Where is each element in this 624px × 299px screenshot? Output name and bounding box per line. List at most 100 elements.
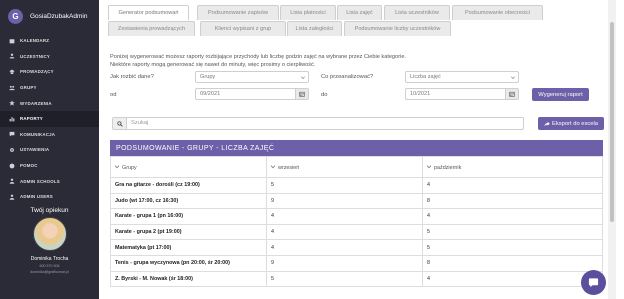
- to-label: do: [321, 92, 328, 98]
- user-icon: [8, 194, 15, 200]
- calendar-icon[interactable]: [505, 89, 518, 99]
- tab-generator[interactable]: Generator podsumowań: [108, 5, 189, 20]
- sidebar-item-admin-users[interactable]: ADMIN USERS: [0, 189, 99, 205]
- description-line-2: Niektóre raporty mogą generować się nawe…: [110, 62, 316, 68]
- search-box[interactable]: Szukaj: [112, 117, 524, 130]
- account-manager-email[interactable]: dominika@grafikomat.pl: [0, 270, 99, 274]
- sidebar-item-label: KALENDARZ: [20, 38, 50, 44]
- chat-icon: [8, 131, 15, 137]
- count-cell: 4: [422, 208, 603, 225]
- sidebar-item-prowadzący[interactable]: PROWADZĄCY: [0, 64, 99, 80]
- sort-icon: [270, 163, 276, 168]
- from-date-field[interactable]: 09/2021: [195, 88, 309, 100]
- count-cell: 4: [266, 223, 423, 241]
- sidebar-item-pomoc[interactable]: POMOC: [0, 158, 99, 174]
- sidebar-item-label: ADMIN USERS: [20, 194, 53, 200]
- count-cell: 8: [422, 254, 603, 272]
- sidebar-item-label: ADMIN SCHOOLS: [20, 178, 60, 184]
- tab-lista-platnosci[interactable]: Lista płatności: [280, 5, 336, 20]
- sidebar-item-label: GRUPY: [20, 85, 37, 91]
- calendar-icon[interactable]: [295, 89, 308, 99]
- sidebar-header: G GosiaDzubakAdmin: [0, 0, 99, 33]
- sidebar-item-ustawienia[interactable]: USTAWIENIA: [0, 142, 99, 158]
- generate-report-button[interactable]: Wygeneruj raport: [532, 88, 589, 101]
- group-name-cell: Tenis - grupa wyczynowa (pn 20:00, śr 20…: [110, 254, 267, 272]
- description: Poniżej wygenerować możesz raporty rozbi…: [110, 53, 406, 69]
- sidebar-item-label: RAPORTY: [20, 116, 43, 122]
- scrollbar[interactable]: [608, 0, 616, 299]
- count-cell: 5: [422, 223, 603, 241]
- to-date-field[interactable]: 10/2021: [405, 88, 519, 100]
- tab-lista-zaleglosci[interactable]: Lista zaległości: [287, 21, 342, 36]
- tab-klienci-wypisani[interactable]: Klienci wypisani z grup: [200, 21, 286, 36]
- export-excel-button[interactable]: Eksport do excela: [538, 117, 604, 130]
- sidebar-item-label: WYDARZENIA: [20, 100, 52, 106]
- table-row: Tenis - grupa wyczynowa (pn 20:00, śr 20…: [110, 254, 603, 272]
- sidebar-item-komunikacja[interactable]: KOMUNIKACJA: [0, 127, 99, 143]
- table-row: Z. Byrski - M. Nowak (śr 18:00) 5 4: [110, 270, 603, 288]
- sidebar-item-label: PROWADZĄCY: [20, 69, 54, 75]
- count-cell: 5: [422, 239, 603, 256]
- search-icon: [113, 118, 127, 129]
- sidebar-username[interactable]: GosiaDzubakAdmin: [30, 13, 87, 20]
- sidebar-item-label: POMOC: [20, 163, 38, 169]
- sidebar-item-grupy[interactable]: GRUPY: [0, 80, 99, 96]
- account-manager-title: Twój opiekun: [30, 207, 69, 214]
- count-cell: 4: [422, 270, 603, 288]
- table-row: Judo (wt 17:00, cz 16:30) 9 8: [110, 192, 603, 210]
- account-manager: Twój opiekun Dominika Trocha 600 570 306…: [0, 207, 99, 274]
- gear-icon: [8, 147, 15, 153]
- export-excel-label: Eksport do excela: [551, 120, 599, 127]
- sidebar-item-admin-schools[interactable]: ADMIN SCHOOLS: [0, 173, 99, 189]
- main-content: Generator podsumowań Podsumowanie zapisó…: [99, 0, 616, 299]
- scrollbar-thumb[interactable]: [610, 22, 614, 222]
- chevron-down-icon: [301, 75, 305, 79]
- tab-podsumowanie-liczby-uczestnikow[interactable]: Podsumowanie liczby uczestników: [344, 21, 451, 36]
- split-select-value: Grupy: [200, 74, 216, 80]
- group-name-cell: Z. Byrski - M. Nowak (śr 18:00): [110, 270, 267, 288]
- tab-podsumowanie-obecnosci[interactable]: Podsumowanie obecności: [452, 5, 543, 20]
- table-title: PODSUMOWANIE - GRUPY - LICZBA ZAJĘĆ: [110, 140, 603, 156]
- column-header-pazdziernik[interactable]: październik: [422, 156, 603, 178]
- group-icon: [8, 85, 15, 91]
- teacher-icon: [8, 69, 15, 75]
- sort-icon: [426, 163, 432, 168]
- table-row: Karate - grupa 1 (pn 16:00) 4 4: [110, 208, 603, 225]
- sidebar-item-uczestnicy[interactable]: UCZESTNICY: [0, 49, 99, 65]
- analyze-label: Co przeanalizować?: [321, 74, 374, 80]
- group-name-cell: Judo (wt 17:00, cz 16:30): [110, 192, 267, 210]
- table-row: Matematyka (pt 17:00) 4 5: [110, 239, 603, 256]
- analyze-select-value: Liczba zajęć: [410, 74, 441, 80]
- tab-zestawienia-prowadzacych[interactable]: Zestawienia prowadzących: [108, 21, 195, 36]
- split-select[interactable]: Grupy: [195, 71, 309, 83]
- column-header-grupy[interactable]: Grupy: [110, 156, 267, 178]
- tab-podsumowanie-zapisow[interactable]: Podsumowanie zapisów: [197, 5, 279, 20]
- sidebar-item-kalendarz[interactable]: KALENDARZ: [0, 33, 99, 49]
- count-cell: 4: [266, 239, 423, 256]
- users-icon: [8, 53, 15, 59]
- share-icon: [544, 121, 550, 126]
- sidebar-item-label: USTAWIENIA: [20, 147, 50, 153]
- sidebar-item-raporty[interactable]: RAPORTY: [0, 110, 99, 127]
- account-manager-phone[interactable]: 600 570 306: [0, 264, 99, 268]
- chat-icon: [588, 278, 599, 288]
- to-date-value: 10/2021: [410, 91, 431, 97]
- column-header-wrzesien[interactable]: wrzesień: [266, 156, 423, 178]
- chevron-down-icon: [511, 75, 515, 79]
- count-cell: 9: [266, 192, 423, 210]
- group-name-cell: Karate - grupa 2 (pt 19:00): [110, 223, 267, 241]
- count-cell: 5: [266, 270, 423, 288]
- description-line-1: Poniżej wygenerować możesz raporty rozbi…: [110, 54, 406, 60]
- sidebar-item-wydarzenia[interactable]: WYDARZENIA: [0, 95, 99, 111]
- search-input[interactable]: Szukaj: [131, 120, 148, 126]
- analyze-select[interactable]: Liczba zajęć: [405, 71, 519, 83]
- tab-lista-uczestnikow[interactable]: Lista uczestników: [384, 5, 450, 20]
- user-icon: [8, 178, 15, 184]
- tab-lista-zajec[interactable]: Lista zajęć: [337, 5, 382, 20]
- account-manager-name: Dominika Trocha: [30, 256, 69, 262]
- table-row: Karate - grupa 2 (pt 19:00) 4 5: [110, 223, 603, 241]
- chat-button[interactable]: [581, 270, 606, 295]
- logo: G: [8, 9, 23, 24]
- avatar: [32, 217, 67, 251]
- event-icon: [8, 100, 15, 106]
